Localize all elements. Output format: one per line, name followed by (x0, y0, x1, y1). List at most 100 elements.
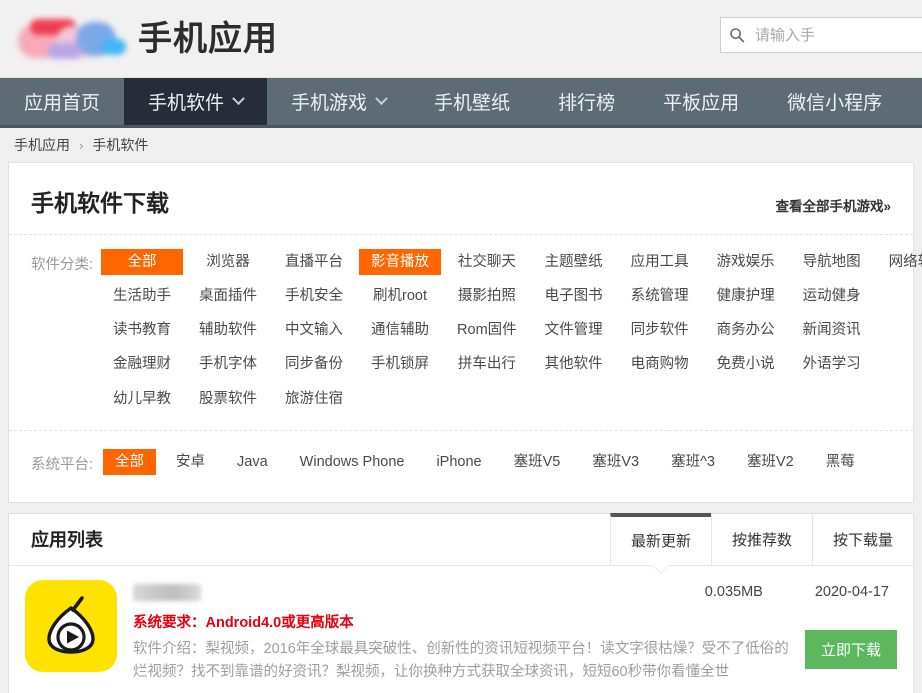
category-filter-group: 软件分类: 全部浏览器直播平台影音播放社交聊天主题壁纸应用工具游戏娱乐导航地图网… (9, 235, 913, 430)
platform-item-iPhone[interactable]: iPhone (424, 449, 493, 475)
filter-panel-head: 手机软件下载 查看全部手机游戏» (9, 163, 913, 235)
breadcrumb-home[interactable]: 手机应用 (14, 135, 70, 155)
platform-item-塞班^3[interactable]: 塞班^3 (659, 449, 727, 475)
category-item-拼车出行[interactable]: 拼车出行 (445, 351, 529, 377)
search-icon (729, 27, 745, 43)
category-item-社交聊天[interactable]: 社交聊天 (445, 249, 529, 275)
nav-item-6[interactable]: 微信小程序 (763, 78, 906, 125)
app-meta: 0.035MB2020-04-17 (705, 584, 889, 600)
category-item-影音播放[interactable]: 影音播放 (359, 249, 441, 275)
app-list-title: 应用列表 (9, 514, 103, 565)
app-list-tab-label: 按推荐数 (732, 529, 792, 550)
category-item-免费小说[interactable]: 免费小说 (705, 351, 787, 377)
breadcrumb: 手机应用 › 手机软件 (0, 128, 922, 162)
category-item-读书教育[interactable]: 读书教育 (101, 317, 183, 343)
view-all-games-link[interactable]: 查看全部手机游戏» (775, 195, 891, 215)
site-title: 手机应用 (138, 22, 278, 56)
platform-item-Windows Phone[interactable]: Windows Phone (288, 449, 417, 475)
search-box[interactable] (720, 17, 922, 53)
app-list-tab-0[interactable]: 最新更新 (610, 513, 711, 565)
category-item-Rom固件[interactable]: Rom固件 (445, 317, 529, 343)
category-item-中文输入[interactable]: 中文输入 (273, 317, 355, 343)
nav-item-label: 手机壁纸 (434, 88, 510, 115)
platform-item-安卓[interactable]: 安卓 (164, 449, 217, 475)
category-item-导航地图[interactable]: 导航地图 (791, 249, 873, 275)
nav-item-label: 微信小程序 (787, 88, 882, 115)
category-item-外语学习[interactable]: 外语学习 (791, 351, 873, 377)
category-item-手机安全[interactable]: 手机安全 (273, 283, 355, 309)
platform-item-Java[interactable]: Java (225, 449, 280, 475)
platform-item-黑莓[interactable]: 黑莓 (814, 449, 867, 475)
category-item-游戏娱乐[interactable]: 游戏娱乐 (705, 249, 787, 275)
nav-item-5[interactable]: 平板应用 (639, 78, 763, 125)
app-list-tabs: 最新更新 按推荐数 按下载量 (610, 514, 913, 565)
nav-item-1[interactable]: 手机软件 (124, 78, 267, 125)
category-item-应用工具[interactable]: 应用工具 (619, 249, 701, 275)
search-input[interactable] (753, 26, 922, 45)
app-description: 软件介绍：梨视频，2016年全球最具突破性、创新性的资讯短视频平台！读文字很枯燥… (133, 638, 897, 685)
app-size: 0.035MB (705, 584, 763, 600)
category-item-股票软件[interactable]: 股票软件 (187, 386, 269, 412)
category-item-直播平台[interactable]: 直播平台 (273, 249, 355, 275)
pear-video-app-icon[interactable] (25, 580, 117, 672)
category-item-手机字体[interactable]: 手机字体 (187, 351, 269, 377)
category-item-电商购物[interactable]: 电商购物 (619, 351, 701, 377)
main-nav: 应用首页手机软件手机游戏手机壁纸排行榜平板应用 微信小程序 (0, 78, 922, 128)
app-rows: 0.035MB2020-04-17 系统要求：Android4.0或更高版本软件介… (9, 566, 913, 693)
platform-item-塞班V2[interactable]: 塞班V2 (735, 449, 806, 475)
app-list-head: 应用列表 最新更新 按推荐数 按下载量 (9, 514, 913, 566)
platform-item-塞班V5[interactable]: 塞班V5 (502, 449, 573, 475)
category-item-生活助手[interactable]: 生活助手 (101, 283, 183, 309)
category-item-刷机root[interactable]: 刷机root (359, 283, 441, 309)
category-item-电子图书[interactable]: 电子图书 (533, 283, 615, 309)
category-item-系统管理[interactable]: 系统管理 (619, 283, 701, 309)
category-item-网络软件[interactable]: 网络软件 (877, 249, 922, 275)
nav-item-label: 平板应用 (663, 88, 739, 115)
category-item-通信辅助[interactable]: 通信辅助 (359, 317, 441, 343)
category-item-浏览器[interactable]: 浏览器 (187, 249, 269, 275)
breadcrumb-current[interactable]: 手机软件 (92, 135, 148, 155)
category-item-桌面插件[interactable]: 桌面插件 (187, 283, 269, 309)
chevron-down-icon (375, 92, 388, 105)
category-item-摄影拍照[interactable]: 摄影拍照 (445, 283, 529, 309)
category-item-健康护理[interactable]: 健康护理 (705, 283, 787, 309)
platform-item-全部[interactable]: 全部 (103, 449, 156, 475)
chevron-down-icon (232, 92, 245, 105)
site-header: 手机应用 (0, 0, 922, 78)
nav-item-4[interactable]: 排行榜 (534, 78, 639, 125)
download-button[interactable]: 立即下载 (805, 630, 897, 669)
platform-filter-items: 全部安卓 Java Windows Phone iPhone 塞班V5 塞班V3 塞班^3 塞… (99, 449, 871, 484)
category-item-商务办公[interactable]: 商务办公 (705, 317, 787, 343)
category-item-其他软件[interactable]: 其他软件 (533, 351, 615, 377)
app-list-tab-label: 最新更新 (631, 530, 691, 551)
category-item-同步软件[interactable]: 同步软件 (619, 317, 701, 343)
category-item-同步备份[interactable]: 同步备份 (273, 351, 355, 377)
category-item-文件管理[interactable]: 文件管理 (533, 317, 615, 343)
app-list-tab-label: 按下载量 (833, 529, 893, 550)
app-item-body: 0.035MB2020-04-17 系统要求：Android4.0或更高版本软件介… (131, 580, 897, 685)
platform-item-塞班V3[interactable]: 塞班V3 (580, 449, 651, 475)
platform-filter-group: 系统平台: 全部安卓 Java Windows Phone iPhone 塞班V5 塞班V… (9, 430, 913, 502)
category-item-运动健身[interactable]: 运动健身 (791, 283, 873, 309)
category-filter-items: 全部浏览器直播平台影音播放社交聊天主题壁纸应用工具游戏娱乐导航地图网络软件生活助… (99, 249, 922, 420)
app-list-tab-1[interactable]: 按推荐数 (711, 514, 812, 565)
nav-item-3[interactable]: 手机壁纸 (410, 78, 534, 125)
app-requirement: 系统要求：Android4.0或更高版本 (133, 611, 897, 632)
category-item-主题壁纸[interactable]: 主题壁纸 (533, 249, 615, 275)
category-item-手机锁屏[interactable]: 手机锁屏 (359, 351, 441, 377)
app-list-item[interactable]: 0.035MB2020-04-17 系统要求：Android4.0或更高版本软件介… (9, 566, 913, 693)
site-logo-icon (18, 17, 124, 61)
platform-filter-label: 系统平台: (31, 449, 93, 484)
app-list-tab-2[interactable]: 按下载量 (812, 514, 913, 565)
category-item-全部[interactable]: 全部 (101, 249, 183, 275)
category-item-辅助软件[interactable]: 辅助软件 (187, 317, 269, 343)
nav-item-2[interactable]: 手机游戏 (267, 78, 410, 125)
breadcrumb-separator: › (79, 138, 83, 153)
category-item-旅游住宿[interactable]: 旅游住宿 (273, 386, 355, 412)
nav-item-0[interactable]: 应用首页 (0, 78, 124, 125)
category-item-新闻资讯[interactable]: 新闻资讯 (791, 317, 873, 343)
category-item-幼儿早教[interactable]: 幼儿早教 (101, 386, 183, 412)
app-name[interactable] (133, 584, 201, 601)
logo-wrap[interactable]: 手机应用 (14, 17, 278, 61)
category-item-金融理财[interactable]: 金融理财 (101, 351, 183, 377)
